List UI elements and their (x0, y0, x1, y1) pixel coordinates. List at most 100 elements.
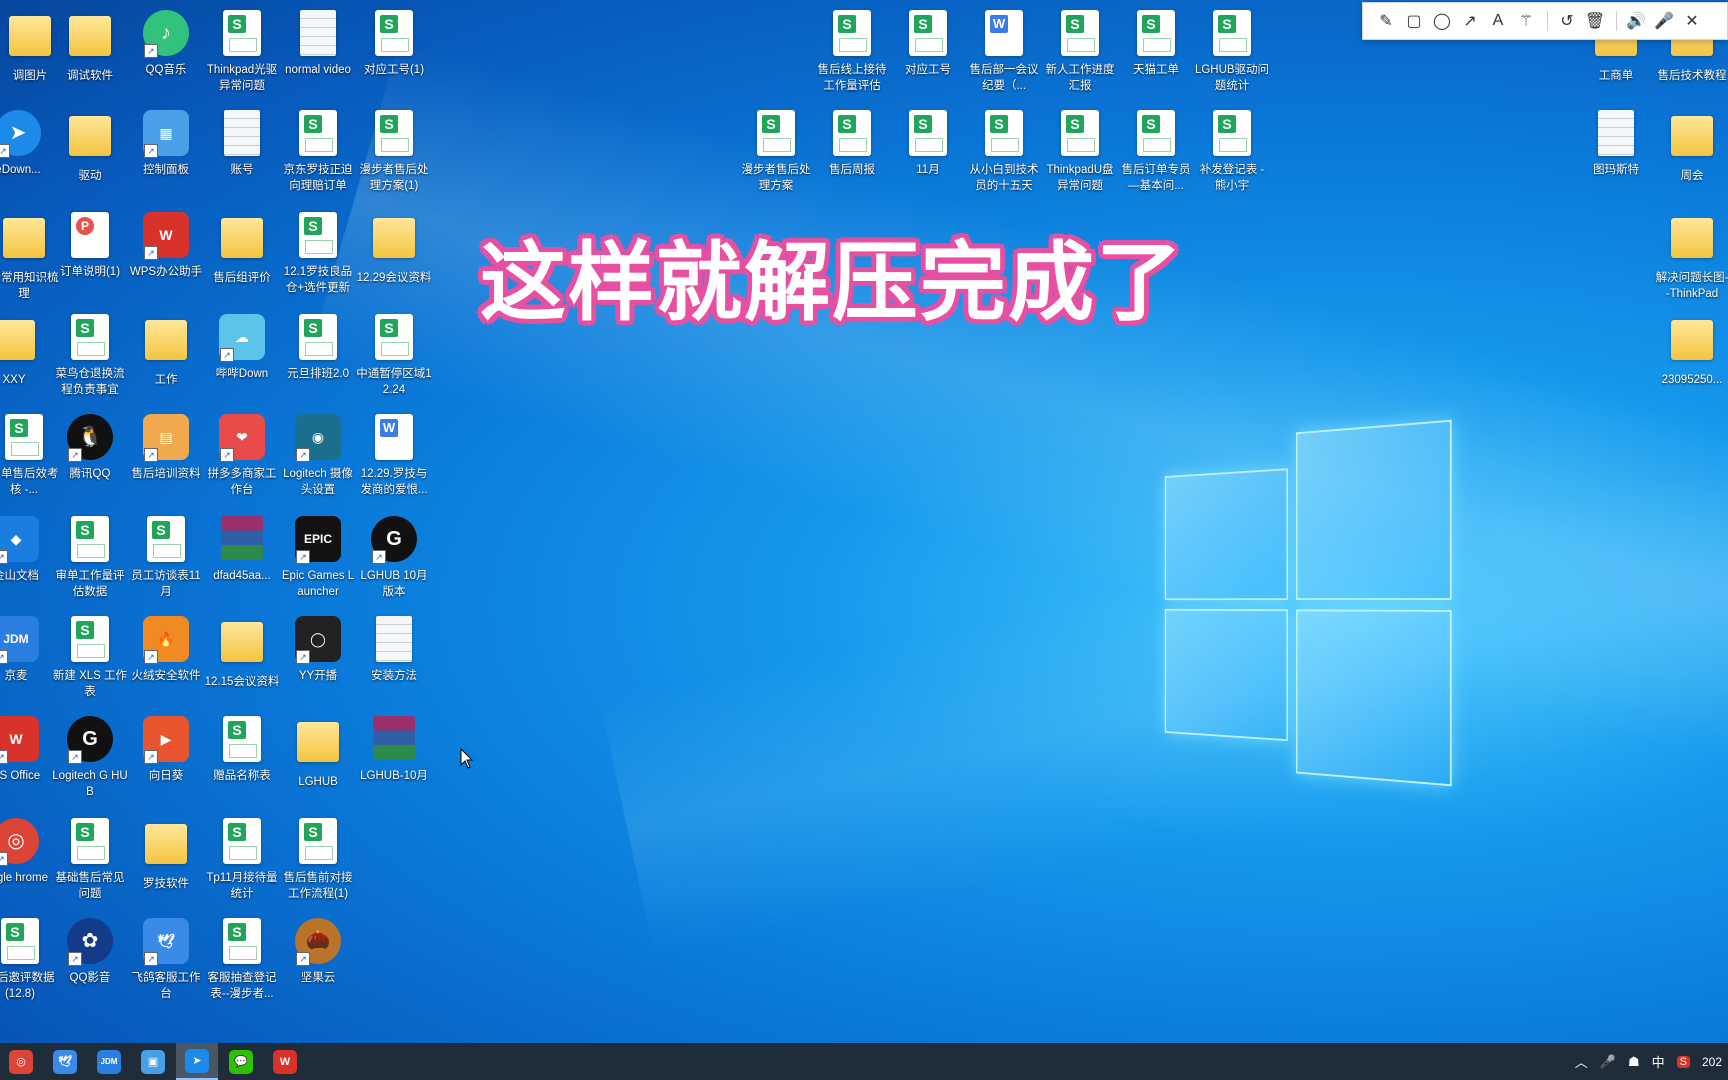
desktop-icon[interactable]: S 11月 (890, 110, 966, 178)
taskbar-app-wps[interactable]: W (264, 1043, 306, 1080)
rectangle-icon[interactable]: ▢ (1401, 8, 1427, 34)
desktop-icon[interactable]: S 新人工作进度汇报 (1042, 10, 1118, 94)
desktop-icon[interactable]: dfad45aa... (204, 516, 280, 584)
microphone-icon[interactable]: 🎤 (1651, 8, 1677, 34)
desktop-icon[interactable]: S 补发登记表 - 熊小宇 (1194, 110, 1270, 194)
desktop-icon[interactable]: 🌰 ↗ 坚果云 (280, 918, 356, 986)
taskbar-app-qq-chat[interactable]: ▣ (132, 1043, 174, 1080)
shortcut-arrow-icon: ↗ (0, 144, 10, 158)
desktop-icon[interactable]: ➤↗ eDown... (0, 110, 56, 178)
desktop-icon[interactable]: S 客服抽查登记表--漫步者... (204, 918, 280, 1002)
desktop-icon[interactable]: S LGHUB驱动问题统计 (1194, 10, 1270, 94)
desktop-icon[interactable]: S ThinkpadU盘异常问题 (1042, 110, 1118, 194)
desktop-icon[interactable]: 🐧 ↗ 腾讯QQ (52, 414, 128, 482)
close-icon[interactable]: ✕ (1679, 8, 1705, 34)
desktop-icon[interactable]: ◎↗ oogle hrome (0, 818, 54, 886)
desktop-icon[interactable]: ▦ ↗ 控制面板 (128, 110, 204, 178)
desktop-icon[interactable]: S 员工访谈表11月 (128, 516, 204, 600)
ime-indicator[interactable]: 中 (1652, 1052, 1665, 1071)
desktop-icon[interactable]: S 漫步者售后处理方案 (738, 110, 814, 194)
desktop-icon[interactable]: S 赠品名称表 (204, 716, 280, 784)
desktop-icon[interactable]: ❤ ↗ 拼多多商家工作台 (204, 414, 280, 498)
taskbar-app-feige[interactable]: 🕊 (44, 1043, 86, 1080)
desktop-icon[interactable]: S 基础售后常见问题 (52, 818, 128, 902)
desktop-icon[interactable]: ✿ ↗ QQ影音 (52, 918, 128, 986)
desktop-icon[interactable]: ♪ ↗ QQ音乐 (128, 10, 204, 78)
desktop-icon-label: 中通暂停区域12.24 (356, 368, 432, 396)
desktop-icon[interactable]: S 京东罗技正迫向理赔订单 (280, 110, 356, 194)
taskbar-app-jdm[interactable]: JDM (88, 1043, 130, 1080)
desktop-icon[interactable]: S 售后邀评数据(12.8) (0, 918, 58, 1002)
desktop-icon[interactable]: 图玛斯特 (1578, 110, 1654, 178)
desktop-icon[interactable]: 账号 (204, 110, 280, 178)
desktop-icon[interactable]: S 从小白到技术员的十五天 (966, 110, 1042, 194)
desktop-icon[interactable]: ▶ ↗ 向日葵 (128, 716, 204, 784)
desktop-icon[interactable]: 🕊 ↗ 飞鸽客服工作台 (128, 918, 204, 1002)
desktop-icon[interactable]: ◉ ↗ Logitech 摄像头设置 (280, 414, 356, 498)
desktop-icon[interactable]: S 新建 XLS 工作表 (52, 616, 128, 700)
desktop-icon[interactable]: 售后组评价 (204, 212, 280, 286)
taskbar-app-wechat[interactable]: 💬 (220, 1043, 262, 1080)
desktop-icon[interactable]: W ↗ WPS办公助手 (128, 212, 204, 280)
desktop-icon[interactable]: S 售后订单专员—基本问... (1118, 110, 1194, 194)
desktop-icon[interactable]: S 天猫工单 (1118, 10, 1194, 78)
microphone-tray-icon[interactable]: 🎤 (1600, 1054, 1616, 1070)
trash-icon[interactable]: 🗑 (1582, 8, 1608, 34)
desktop-icon[interactable]: 12.29会议资料 (356, 212, 432, 286)
desktop-icon[interactable]: S Thinkpad光驱异常问题 (204, 10, 280, 94)
desktop-icon[interactable]: XXY (0, 314, 52, 388)
taskbar-app-chrome[interactable]: ◎ (0, 1043, 42, 1080)
desktop-icon[interactable]: S 售后线上接待工作量评估 (814, 10, 890, 94)
desktop-icon[interactable]: G ↗ Logitech G HUB (52, 716, 128, 800)
desktop-icon[interactable]: 解决问题长图--ThinkPad (1654, 212, 1728, 302)
desktop-icon[interactable]: LGHUB (280, 716, 356, 790)
desktop-icon[interactable]: ◯ ↗ YY开播 (280, 616, 356, 684)
desktop-icon[interactable]: S 审单工作量评估数据 (52, 516, 128, 600)
tray-chevron-icon[interactable]: ︿ (1575, 1052, 1588, 1071)
desktop-icon[interactable]: 工作 (128, 314, 204, 388)
desktop-icon[interactable]: S 售后周报 (814, 110, 890, 178)
desktop-icon[interactable]: S 12.1罗技良品仓+选件更新 (280, 212, 356, 296)
ellipse-icon[interactable]: ◯ (1429, 8, 1455, 34)
network-tray-icon[interactable]: ☗ (1628, 1054, 1640, 1070)
taskbar-app-edown[interactable]: ➤ (176, 1043, 218, 1080)
desktop-icon[interactable]: 驱动 (52, 110, 128, 184)
desktop-icon[interactable]: S 菜鸟仓退换流程负责事宜 (52, 314, 128, 398)
desktop-icon[interactable]: normal video (280, 10, 356, 78)
magic-wand-icon[interactable]: ⚚ (1513, 8, 1539, 34)
desktop-icon-label: 11月 (916, 164, 940, 176)
desktop-icon[interactable]: 23095250... (1654, 314, 1728, 388)
desktop-icon-label: 新建 XLS 工作表 (52, 670, 128, 698)
desktop-icon[interactable]: W 售后部一会议纪要（... (966, 10, 1042, 94)
desktop-icon[interactable]: S 对应工号 (890, 10, 966, 78)
desktop-icon[interactable]: LGHUB-10月 (356, 716, 432, 784)
desktop-icon[interactable]: W 12.29.罗技与发商的爱恨... (356, 414, 432, 498)
desktop-icon[interactable]: G ↗ LGHUB 10月版本 (356, 516, 432, 600)
undo-icon[interactable]: ↺ (1554, 8, 1580, 34)
arrow-icon[interactable]: ↗ (1457, 8, 1483, 34)
desktop-icon[interactable]: S 对应工号(1) (356, 10, 432, 78)
desktop-icon[interactable]: JDM ↗ 京麦 (0, 616, 54, 684)
desktop-icon[interactable]: ◆↗ 金山文档 (0, 516, 54, 584)
pencil-icon[interactable]: ✎ (1373, 8, 1399, 34)
desktop-icon[interactable]: S 元旦排班2.0 (280, 314, 356, 382)
desktop-icon[interactable]: 安装方法 (356, 616, 432, 684)
desktop-icon[interactable]: W↗ PS Office (0, 716, 54, 784)
desktop-icon[interactable]: EPIC ↗ Epic Games Launcher (280, 516, 356, 600)
text-tool-icon[interactable]: A (1485, 8, 1511, 34)
desktop-icon[interactable]: ☁ ↗ 哔哔Down (204, 314, 280, 382)
wps-tray-icon[interactable]: S (1676, 1055, 1690, 1068)
desktop-icon[interactable]: 12.15会议资料 (204, 616, 280, 690)
desktop-icon[interactable]: 罗技软件 (128, 818, 204, 892)
clock[interactable]: 202 (1702, 1055, 1722, 1069)
desktop-icon[interactable]: S 中通暂停区域12.24 (356, 314, 432, 398)
desktop-icon[interactable]: S 售后售前对接工作流程(1) (280, 818, 356, 902)
speaker-icon[interactable]: 🔊 (1623, 8, 1649, 34)
desktop-icon[interactable]: S 漫步者售后处理方案(1) (356, 110, 432, 194)
desktop-icon[interactable]: 🔥 ↗ 火绒安全软件 (128, 616, 204, 684)
desktop-icon[interactable]: ▤ ↗ 售后培训资料 (128, 414, 204, 482)
desktop-icon[interactable]: 周会 (1654, 110, 1728, 184)
desktop-icon[interactable]: S Tp11月接待量统计 (204, 818, 280, 902)
desktop-icon[interactable]: P 订单说明(1) (52, 212, 128, 280)
desktop-icon[interactable]: 调试软件 (52, 10, 128, 84)
